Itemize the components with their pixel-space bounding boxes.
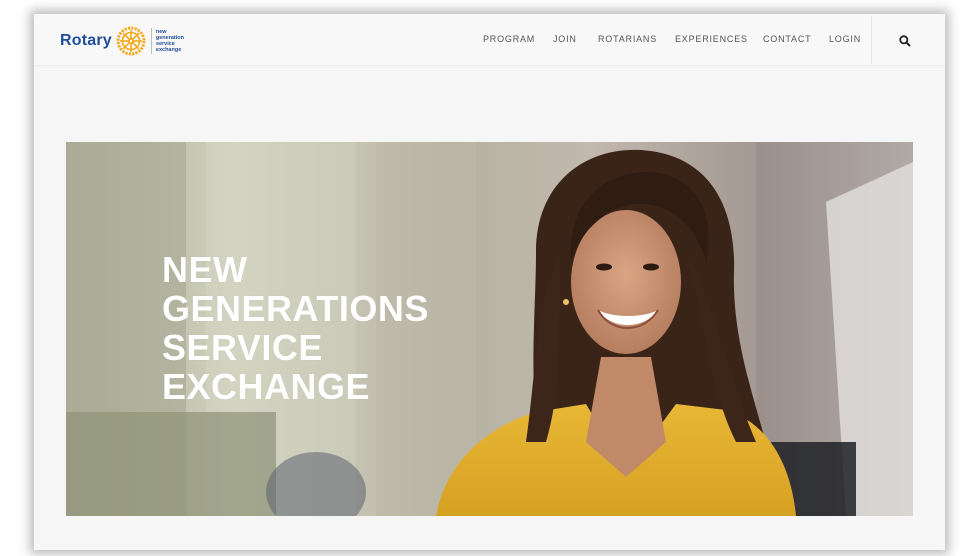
hero-title-line: EXCHANGE: [162, 366, 371, 407]
nav-rotarians[interactable]: ROTARIANS: [598, 34, 657, 44]
rotary-wheel-icon: [116, 26, 146, 56]
nav-experiences[interactable]: EXPERIENCES: [675, 34, 748, 44]
search-icon[interactable]: [898, 34, 912, 48]
logo-divider: [150, 28, 152, 54]
rotary-logo[interactable]: Rotary new generation service exchange: [60, 26, 184, 56]
site-header: Rotary new generation service exchange P…: [34, 14, 945, 66]
hero-title: NEW GENERATIONS SERVICE EXCHANGE: [162, 250, 429, 406]
hero-title-line: NEW: [162, 249, 248, 290]
browser-window: Rotary new generation service exchange P…: [34, 14, 945, 550]
tagline-line: exchange: [155, 47, 182, 53]
nav-contact[interactable]: CONTACT: [763, 34, 811, 44]
nav-program[interactable]: PROGRAM: [483, 34, 535, 44]
nav-join[interactable]: JOIN: [553, 34, 577, 44]
brand-name: Rotary: [60, 32, 112, 49]
nav-login[interactable]: LOGIN: [829, 34, 861, 44]
hero-banner: NEW GENERATIONS SERVICE EXCHANGE: [66, 142, 913, 516]
hero-title-line: SERVICE: [162, 327, 323, 368]
hero-title-line: GENERATIONS: [162, 288, 429, 329]
logo-tagline: new generation service exchange: [156, 29, 184, 53]
nav-divider: [871, 16, 872, 64]
